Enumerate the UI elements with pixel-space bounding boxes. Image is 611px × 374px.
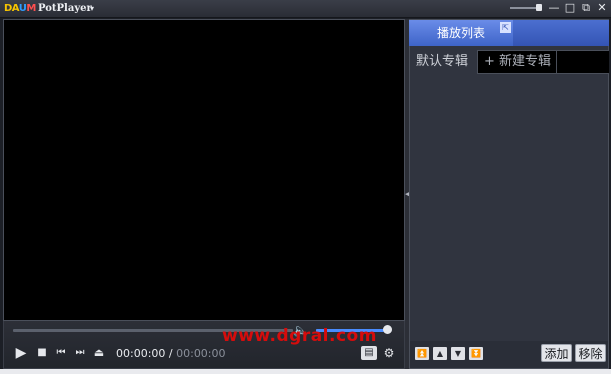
move-bottom-button[interactable]: ⏬	[469, 347, 483, 360]
next-button[interactable]: ⏭	[74, 346, 86, 360]
app-logo[interactable]: DAUM	[4, 3, 36, 15]
settings-gear-icon[interactable]: ⚙	[382, 346, 396, 360]
playlist-toggle-button[interactable]: ▤	[361, 346, 377, 360]
tab-playlist[interactable]: 播放列表	[409, 20, 513, 46]
app-menu-caret-icon[interactable]: ▾	[90, 2, 94, 16]
move-down-button[interactable]: ▼	[451, 347, 465, 360]
desktop-strip	[0, 369, 611, 374]
time-current: 00:00:00	[116, 347, 166, 360]
album-tab-strip	[557, 50, 609, 74]
move-up-button[interactable]: ▲	[433, 347, 447, 360]
close-button[interactable]: ✕	[595, 1, 609, 15]
watermark-text: www.dgral.com	[222, 326, 377, 346]
expand-icon[interactable]: ⇱	[500, 22, 511, 33]
logo-part-3: M	[26, 3, 36, 14]
move-top-button[interactable]: ⏫	[415, 347, 429, 360]
minimize-button[interactable]: —	[547, 1, 561, 15]
eject-button[interactable]: ⏏	[93, 346, 105, 360]
album-default-tab[interactable]: 默认专辑	[416, 52, 468, 72]
video-area[interactable]	[3, 19, 405, 321]
time-total: 00:00:00	[176, 347, 226, 360]
time-display: 00:00:00 / 00:00:00	[116, 347, 226, 361]
volume-slider-knob[interactable]	[383, 325, 392, 334]
restore-button[interactable]: ⧉	[579, 1, 593, 15]
previous-button[interactable]: ⏮	[55, 346, 67, 360]
time-separator: /	[165, 347, 177, 360]
tab-strip	[513, 20, 609, 46]
add-button[interactable]: 添加	[541, 344, 572, 362]
maximize-button[interactable]: □	[563, 1, 577, 15]
opacity-slider-knob[interactable]	[536, 4, 542, 11]
stop-button[interactable]: ■	[36, 346, 48, 360]
play-button[interactable]: ▶	[14, 346, 28, 360]
logo-part-1: DA	[4, 3, 19, 14]
app-title[interactable]: PotPlayer	[38, 2, 92, 16]
remove-button[interactable]: 移除	[575, 344, 606, 362]
new-album-button[interactable]: + 新建专辑	[477, 50, 557, 74]
